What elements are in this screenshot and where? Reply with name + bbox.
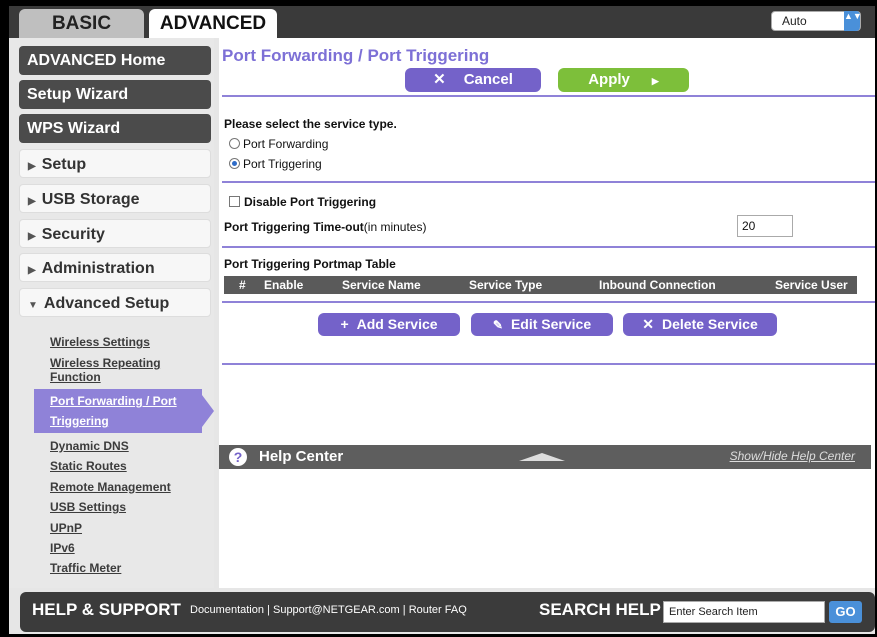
subnav-triggering[interactable]: Triggering	[50, 414, 109, 428]
go-button[interactable]: GO	[829, 601, 862, 623]
subnav-usb-settings[interactable]: USB Settings	[50, 500, 126, 514]
sidebar-item-label: Setup	[41, 156, 87, 173]
divider	[222, 301, 875, 303]
sidebar-item-label: USB Storage	[41, 191, 140, 208]
table-header: # Enable Service Name Service Type Inbou…	[224, 276, 857, 294]
sidebar-item-label: Administration	[41, 260, 155, 277]
column-header: Inbound Connection	[599, 278, 716, 292]
radio-selected-icon	[229, 158, 240, 169]
service-type-prompt: Please select the service type.	[224, 117, 397, 131]
add-label: Add Service	[356, 316, 438, 332]
tab-basic[interactable]: BASIC	[19, 9, 144, 38]
subnav-upnp[interactable]: UPnP	[50, 521, 82, 535]
close-icon: ✕	[642, 316, 654, 332]
language-select[interactable]: Auto ▲▼	[771, 11, 862, 31]
disable-triggering-checkbox[interactable]: Disable Port Triggering	[229, 195, 376, 209]
delete-service-button[interactable]: ✕ Delete Service	[623, 313, 777, 336]
subnav-wireless-settings[interactable]: Wireless Settings	[50, 335, 150, 349]
help-center-label: Help Center	[259, 448, 344, 465]
timeout-label: Port Triggering Time-out(in minutes)	[224, 220, 426, 234]
subnav-traffic-meter[interactable]: Traffic Meter	[50, 561, 121, 575]
expand-triangle-icon: ▶	[28, 196, 36, 207]
column-header: #	[239, 278, 246, 292]
sidebar-item-advanced-home[interactable]: ADVANCED Home	[19, 46, 211, 75]
sidebar-item-wps-wizard[interactable]: WPS Wizard	[19, 114, 211, 143]
edit-service-button[interactable]: ✎ Edit Service	[471, 313, 613, 336]
divider	[222, 95, 875, 97]
subnav-port-forwarding[interactable]: Port Forwarding / Port	[50, 394, 177, 408]
radio-port-triggering[interactable]: Port Triggering	[229, 157, 322, 171]
expand-up-icon[interactable]	[519, 453, 565, 461]
apply-button[interactable]: Apply ▶	[558, 68, 689, 92]
radio-label: Port Triggering	[243, 157, 322, 171]
delete-label: Delete Service	[662, 316, 758, 332]
help-center-bar[interactable]: ? Help Center Show/Hide Help Center	[219, 445, 871, 469]
column-header: Enable	[264, 278, 304, 292]
language-value: Auto	[782, 14, 807, 28]
subnav-ipv6[interactable]: IPv6	[50, 541, 75, 555]
checkbox-label: Disable Port Triggering	[244, 195, 377, 209]
edit-label: Edit Service	[510, 316, 592, 332]
timeout-unit: (in minutes)	[363, 220, 427, 234]
column-header: Service User	[775, 278, 848, 292]
checkbox-icon	[229, 196, 240, 207]
subnav-wireless-repeating-function[interactable]: Function	[50, 370, 101, 384]
expand-triangle-icon: ▶	[28, 231, 36, 242]
sidebar-item-setup-wizard[interactable]: Setup Wizard	[19, 80, 211, 109]
question-icon: ?	[229, 448, 247, 466]
subnav-dynamic-dns[interactable]: Dynamic DNS	[50, 439, 129, 453]
sidebar-item-security[interactable]: ▶ Security	[19, 219, 211, 248]
sidebar-item-setup[interactable]: ▶ Setup	[19, 149, 211, 178]
sidebar-item-advanced-setup[interactable]: ▼ Advanced Setup	[19, 288, 211, 317]
router-faq-link[interactable]: Router FAQ	[409, 604, 467, 616]
sidebar-item-label: Advanced Setup	[43, 295, 170, 312]
add-service-button[interactable]: + Add Service	[318, 313, 460, 336]
page-title: Port Forwarding / Port Triggering	[222, 46, 490, 65]
footer: HELP & SUPPORT Documentation | Support@N…	[20, 592, 875, 632]
radio-circle-icon	[229, 138, 240, 149]
select-arrows-icon: ▲▼	[844, 11, 862, 31]
footer-links: Documentation | Support@NETGEAR.com | Ro…	[190, 604, 467, 616]
subnav-remote-management[interactable]: Remote Management	[50, 480, 171, 494]
expand-triangle-icon: ▶	[28, 161, 36, 172]
subnav-static-routes[interactable]: Static Routes	[50, 459, 127, 473]
help-support-label: HELP & SUPPORT	[32, 600, 181, 619]
timeout-input[interactable]: 20	[737, 215, 793, 237]
tab-advanced[interactable]: ADVANCED	[149, 9, 277, 38]
sidebar-item-label: Security	[41, 226, 105, 243]
column-header: Service Name	[342, 278, 421, 292]
radio-port-forwarding[interactable]: Port Forwarding	[229, 137, 328, 151]
radio-label: Port Forwarding	[243, 137, 329, 151]
close-icon: ✕	[433, 71, 446, 88]
divider	[222, 363, 875, 365]
documentation-link[interactable]: Documentation	[190, 604, 264, 616]
show-hide-help-link[interactable]: Show/Hide Help Center	[730, 449, 855, 463]
collapse-triangle-icon: ▼	[28, 300, 38, 311]
subnav-wireless-repeating[interactable]: Wireless Repeating	[50, 356, 161, 370]
search-input[interactable]: Enter Search Item	[663, 601, 825, 623]
search-help-label: SEARCH HELP	[539, 600, 661, 619]
divider	[222, 246, 875, 248]
sidebar-item-usb-storage[interactable]: ▶ USB Storage	[19, 184, 211, 213]
expand-triangle-icon: ▶	[28, 265, 36, 276]
column-header: Service Type	[469, 278, 543, 292]
sidebar-item-administration[interactable]: ▶ Administration	[19, 253, 211, 282]
plus-icon: +	[340, 316, 349, 332]
cancel-label: Cancel	[463, 71, 513, 88]
pencil-icon: ✎	[492, 318, 503, 332]
cancel-button[interactable]: ✕ Cancel	[405, 68, 541, 92]
support-email-link[interactable]: Support@NETGEAR.com	[273, 604, 400, 616]
table-title: Port Triggering Portmap Table	[224, 257, 396, 271]
apply-label: Apply	[588, 71, 630, 88]
arrow-right-icon: ▶	[651, 76, 659, 86]
top-tab-bar: BASIC ADVANCED Auto ▲▼	[9, 6, 875, 38]
divider	[222, 181, 875, 183]
timeout-label-text: Port Triggering Time-out	[224, 220, 364, 234]
